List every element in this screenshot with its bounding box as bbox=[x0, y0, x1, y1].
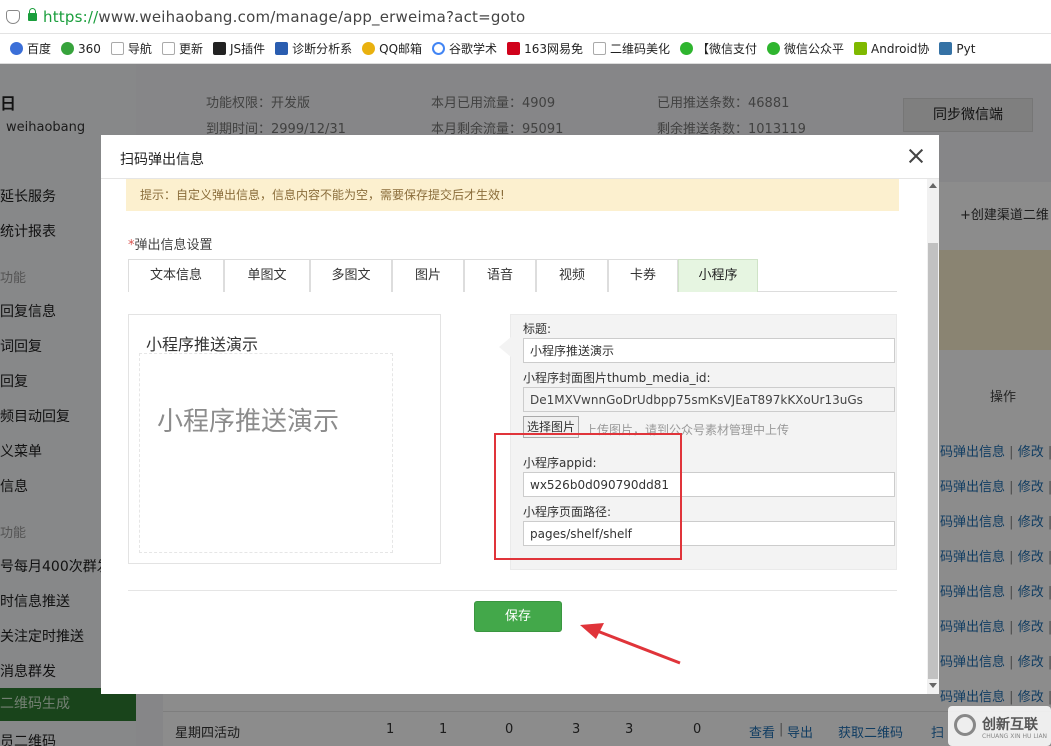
bookmark-item[interactable]: 二维码美化 bbox=[592, 40, 670, 57]
scroll-down-icon[interactable] bbox=[929, 683, 937, 688]
watermark: 创新互联 CHUANG XIN HU LIAN bbox=[948, 706, 1051, 746]
bookmark-item[interactable]: 谷歌学术 bbox=[432, 40, 497, 57]
bookmark-label: 微信公众平 bbox=[784, 42, 845, 56]
bookmark-label: 360 bbox=[78, 41, 101, 56]
bookmark-label: 导航 bbox=[127, 42, 152, 56]
preview-big-text: 小程序推送演示 bbox=[157, 407, 340, 437]
watermark-logo-icon bbox=[954, 714, 976, 736]
bookmark-item[interactable]: 【微信支付 bbox=[679, 40, 757, 57]
modal-title: 扫码弹出信息 bbox=[120, 152, 204, 168]
page-icon bbox=[592, 42, 606, 55]
modal-header: 扫码弹出信息 bbox=[101, 135, 939, 179]
url-text[interactable]: https://www.weihaobang.com/manage/app_er… bbox=[43, 8, 525, 26]
chrome-icon bbox=[362, 42, 376, 55]
cover-label: 小程序封面图片thumb_media_id: bbox=[523, 371, 711, 385]
tab-coupon[interactable]: 卡券 bbox=[608, 259, 678, 292]
bookmark-label: JS插件 bbox=[229, 42, 266, 56]
tab-multi-news[interactable]: 多图文 bbox=[310, 259, 392, 292]
bookmark-label: 【微信支付 bbox=[696, 42, 757, 56]
bookmark-label: 二维码美化 bbox=[609, 42, 670, 56]
page-icon bbox=[110, 42, 124, 55]
tab-mini-program[interactable]: 小程序 bbox=[678, 259, 758, 292]
notice-banner: 提示：自定义弹出信息，信息内容不能为空，需要保存提交后才生效! bbox=[126, 179, 899, 211]
bookmark-item[interactable]: 更新 bbox=[161, 40, 203, 57]
tab-voice[interactable]: 语音 bbox=[464, 259, 536, 292]
preview-title: 小程序推送演示 bbox=[146, 335, 259, 354]
bookmark-item[interactable]: 163网易免 bbox=[507, 40, 583, 57]
page-icon bbox=[161, 42, 175, 55]
bookmark-item[interactable]: QQ邮箱 bbox=[362, 40, 422, 57]
tab-text[interactable]: 文本信息 bbox=[128, 259, 224, 292]
highlight-box bbox=[494, 433, 682, 560]
watermark-subtext: CHUANG XIN HU LIAN bbox=[982, 733, 1048, 740]
wechat-icon bbox=[767, 42, 780, 55]
163-icon bbox=[507, 42, 521, 55]
bookmark-label: 诊断分析系 bbox=[292, 42, 353, 56]
annotation-arrow-icon bbox=[580, 623, 681, 665]
bookmark-label: 更新 bbox=[178, 42, 203, 56]
browser-address-bar[interactable]: https://www.weihaobang.com/manage/app_er… bbox=[0, 0, 1051, 34]
thumb-media-id-input[interactable] bbox=[523, 387, 895, 412]
android-icon bbox=[854, 42, 868, 55]
scroll-thumb[interactable] bbox=[928, 243, 938, 679]
bookmark-item[interactable]: Pyt bbox=[939, 42, 975, 56]
popup-info-modal: 扫码弹出信息 提示：自定义弹出信息，信息内容不能为空，需要保存提交后才生效! *… bbox=[101, 135, 939, 694]
tab-single-news[interactable]: 单图文 bbox=[224, 259, 310, 292]
shield-icon[interactable] bbox=[6, 9, 20, 24]
section-label: *弹出信息设置 bbox=[128, 234, 213, 253]
bookmark-label: 百度 bbox=[27, 42, 52, 56]
python-icon bbox=[939, 42, 953, 55]
url-path: www.weihaobang.com/manage/app_erweima?ac… bbox=[98, 7, 526, 26]
bookmark-item[interactable]: 微信公众平 bbox=[767, 40, 844, 57]
bookmark-label: Android协 bbox=[871, 42, 930, 56]
url-scheme: https:// bbox=[43, 7, 99, 26]
preview-card: 小程序推送演示 小程序推送演示 bbox=[128, 314, 441, 564]
google-icon bbox=[432, 42, 446, 55]
diagnose-icon bbox=[275, 42, 289, 55]
wechat-icon bbox=[679, 42, 693, 55]
title-label: 标题: bbox=[523, 322, 552, 336]
bookmark-item[interactable]: 360 bbox=[61, 42, 101, 56]
bookmark-item[interactable]: JS插件 bbox=[212, 40, 266, 57]
title-input[interactable] bbox=[523, 338, 895, 363]
360-icon bbox=[61, 42, 75, 55]
bookmark-item[interactable]: 导航 bbox=[110, 40, 152, 57]
bookmark-item[interactable]: 百度 bbox=[10, 40, 51, 57]
close-icon[interactable] bbox=[907, 147, 925, 165]
bookmarks-bar: 百度 360 导航 更新 JS插件 诊断分析系 QQ邮箱 谷歌学术 163网易免… bbox=[0, 34, 1051, 64]
bookmark-label: Pyt bbox=[956, 41, 976, 56]
js-icon bbox=[212, 42, 226, 55]
save-button[interactable]: 保存 bbox=[474, 601, 562, 632]
message-type-tabs: 文本信息 单图文 多图文 图片 语音 视频 卡券 小程序 bbox=[128, 259, 897, 292]
bookmark-label: QQ邮箱 bbox=[379, 42, 423, 56]
section-label-text: 弹出信息设置 bbox=[134, 238, 213, 253]
bookmark-label: 谷歌学术 bbox=[449, 42, 498, 56]
tab-video[interactable]: 视频 bbox=[536, 259, 608, 292]
watermark-text: 创新互联 bbox=[982, 717, 1038, 733]
scroll-up-icon[interactable] bbox=[929, 183, 937, 188]
lock-icon bbox=[28, 7, 37, 21]
baidu-icon bbox=[10, 42, 23, 55]
modal-scrollbar[interactable] bbox=[927, 179, 939, 694]
footer-divider bbox=[128, 590, 897, 591]
tab-image[interactable]: 图片 bbox=[392, 259, 464, 292]
bookmark-item[interactable]: Android协 bbox=[854, 40, 929, 57]
bookmark-label: 163网易免 bbox=[524, 42, 583, 56]
pointer-arrow bbox=[499, 337, 511, 357]
preview-image-placeholder bbox=[139, 353, 393, 553]
bookmark-item[interactable]: 诊断分析系 bbox=[275, 40, 352, 57]
